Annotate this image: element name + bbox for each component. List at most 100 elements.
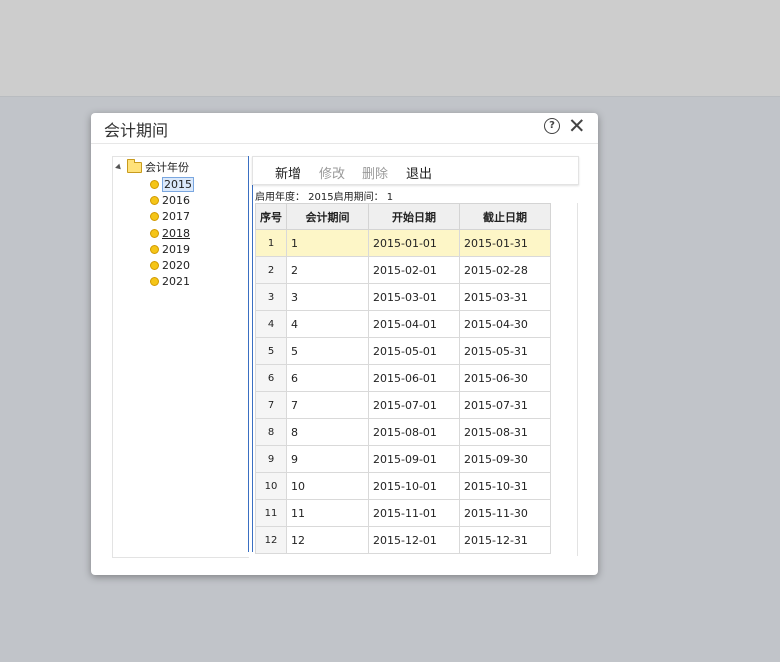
cell-seq: 10 <box>255 472 287 500</box>
cell-period[interactable]: 6 <box>286 364 369 392</box>
cell-end-date[interactable]: 2015-06-30 <box>459 364 551 392</box>
header-seq[interactable]: 序号 <box>255 203 287 230</box>
add-button[interactable]: 新增 <box>275 163 301 182</box>
tree-item-2015[interactable]: 2015 <box>150 176 194 192</box>
cell-end-date[interactable]: 2015-04-30 <box>459 310 551 338</box>
cell-seq: 4 <box>255 310 287 338</box>
period-table: 序号 会计期间 开始日期 截止日期 1 1 2015-01-01 2015-01… <box>255 203 551 554</box>
tree-item-label: 2016 <box>162 193 190 207</box>
close-icon[interactable]: ✕ <box>568 115 586 137</box>
toolbar: 新增 修改 删除 退出 <box>252 156 579 185</box>
cell-end-date[interactable]: 2015-05-31 <box>459 337 551 365</box>
cell-start-date[interactable]: 2015-09-01 <box>368 445 460 473</box>
cell-seq: 8 <box>255 418 287 446</box>
tree-root-label: 会计年份 <box>145 161 189 174</box>
cell-seq: 6 <box>255 364 287 392</box>
table-row[interactable]: 6 6 2015-06-01 2015-06-30 <box>255 364 551 392</box>
table-row[interactable]: 2 2 2015-02-01 2015-02-28 <box>255 256 551 284</box>
cell-seq: 9 <box>255 445 287 473</box>
leaf-dot-icon <box>150 228 159 238</box>
table-row[interactable]: 3 3 2015-03-01 2015-03-31 <box>255 283 551 311</box>
table-row[interactable]: 1 1 2015-01-01 2015-01-31 <box>255 229 551 257</box>
table-row[interactable]: 8 8 2015-08-01 2015-08-31 <box>255 418 551 446</box>
table-row[interactable]: 9 9 2015-09-01 2015-09-30 <box>255 445 551 473</box>
tree-item-2018[interactable]: 2018 <box>150 226 190 240</box>
cell-period[interactable]: 12 <box>286 526 369 554</box>
year-tree-panel: 会计年份 2015 2016 2017 2018 2019 2020 2021 <box>112 156 249 558</box>
tree-item-2019[interactable]: 2019 <box>150 242 190 256</box>
cell-period[interactable]: 4 <box>286 310 369 338</box>
table-row[interactable]: 7 7 2015-07-01 2015-07-31 <box>255 391 551 419</box>
leaf-dot-icon <box>150 211 159 221</box>
cell-end-date[interactable]: 2015-10-31 <box>459 472 551 500</box>
tree-item-2020[interactable]: 2020 <box>150 258 190 272</box>
cell-period[interactable]: 11 <box>286 499 369 527</box>
tree-item-2016[interactable]: 2016 <box>150 193 190 207</box>
cell-period[interactable]: 10 <box>286 472 369 500</box>
accounting-period-dialog: 会计期间 ? ✕ 会计年份 2015 2016 2017 2018 2019 2… <box>91 113 598 575</box>
leaf-dot-icon <box>150 260 159 270</box>
tree-item-label: 2017 <box>162 209 190 223</box>
table-row[interactable]: 10 10 2015-10-01 2015-10-31 <box>255 472 551 500</box>
cell-start-date[interactable]: 2015-07-01 <box>368 391 460 419</box>
help-icon[interactable]: ? <box>544 118 560 134</box>
leaf-dot-icon <box>150 276 159 286</box>
cell-end-date[interactable]: 2015-11-30 <box>459 499 551 527</box>
exit-button[interactable]: 退出 <box>406 163 432 182</box>
cell-start-date[interactable]: 2015-03-01 <box>368 283 460 311</box>
table-header-row: 序号 会计期间 开始日期 截止日期 <box>255 203 551 230</box>
cell-period[interactable]: 2 <box>286 256 369 284</box>
edit-button[interactable]: 修改 <box>319 163 345 182</box>
cell-start-date[interactable]: 2015-08-01 <box>368 418 460 446</box>
collapse-triangle-icon[interactable] <box>115 163 123 171</box>
top-header-bar <box>0 0 780 97</box>
table-row[interactable]: 5 5 2015-05-01 2015-05-31 <box>255 337 551 365</box>
header-period[interactable]: 会计期间 <box>286 203 369 230</box>
table-row[interactable]: 4 4 2015-04-01 2015-04-30 <box>255 310 551 338</box>
cell-start-date[interactable]: 2015-01-01 <box>368 229 460 257</box>
enable-info-text: 启用年度： 2015启用期间： 1 <box>255 192 394 203</box>
cell-start-date[interactable]: 2015-10-01 <box>368 472 460 500</box>
cell-end-date[interactable]: 2015-07-31 <box>459 391 551 419</box>
tree-root[interactable]: 会计年份 <box>115 158 189 174</box>
dialog-header: 会计期间 ? ✕ <box>91 113 598 144</box>
cell-end-date[interactable]: 2015-08-31 <box>459 418 551 446</box>
panel-right-border <box>577 203 578 556</box>
cell-period[interactable]: 1 <box>286 229 369 257</box>
cell-period[interactable]: 7 <box>286 391 369 419</box>
cell-start-date[interactable]: 2015-02-01 <box>368 256 460 284</box>
folder-open-icon <box>127 158 142 173</box>
tree-item-2017[interactable]: 2017 <box>150 209 190 223</box>
cell-start-date[interactable]: 2015-11-01 <box>368 499 460 527</box>
cell-period[interactable]: 5 <box>286 337 369 365</box>
table-row[interactable]: 12 12 2015-12-01 2015-12-31 <box>255 526 551 554</box>
cell-end-date[interactable]: 2015-03-31 <box>459 283 551 311</box>
cell-seq: 3 <box>255 283 287 311</box>
table-row[interactable]: 11 11 2015-11-01 2015-11-30 <box>255 499 551 527</box>
cell-seq: 12 <box>255 526 287 554</box>
dialog-title: 会计期间 <box>104 121 169 140</box>
tree-item-label: 2015 <box>162 176 194 192</box>
cell-start-date[interactable]: 2015-12-01 <box>368 526 460 554</box>
cell-end-date[interactable]: 2015-09-30 <box>459 445 551 473</box>
cell-end-date[interactable]: 2015-12-31 <box>459 526 551 554</box>
delete-button[interactable]: 删除 <box>362 163 388 182</box>
leaf-dot-icon <box>150 179 159 189</box>
tree-item-label: 2019 <box>162 242 190 256</box>
cell-period[interactable]: 3 <box>286 283 369 311</box>
cell-seq: 2 <box>255 256 287 284</box>
cell-start-date[interactable]: 2015-04-01 <box>368 310 460 338</box>
cell-end-date[interactable]: 2015-01-31 <box>459 229 551 257</box>
cell-seq: 1 <box>255 229 287 257</box>
tree-item-2021[interactable]: 2021 <box>150 274 190 288</box>
cell-end-date[interactable]: 2015-02-28 <box>459 256 551 284</box>
tree-item-label: 2018 <box>162 226 190 240</box>
cell-start-date[interactable]: 2015-05-01 <box>368 337 460 365</box>
header-start-date[interactable]: 开始日期 <box>368 203 460 230</box>
header-end-date[interactable]: 截止日期 <box>459 203 551 230</box>
leaf-dot-icon <box>150 195 159 205</box>
cell-seq: 7 <box>255 391 287 419</box>
cell-period[interactable]: 8 <box>286 418 369 446</box>
cell-period[interactable]: 9 <box>286 445 369 473</box>
cell-start-date[interactable]: 2015-06-01 <box>368 364 460 392</box>
